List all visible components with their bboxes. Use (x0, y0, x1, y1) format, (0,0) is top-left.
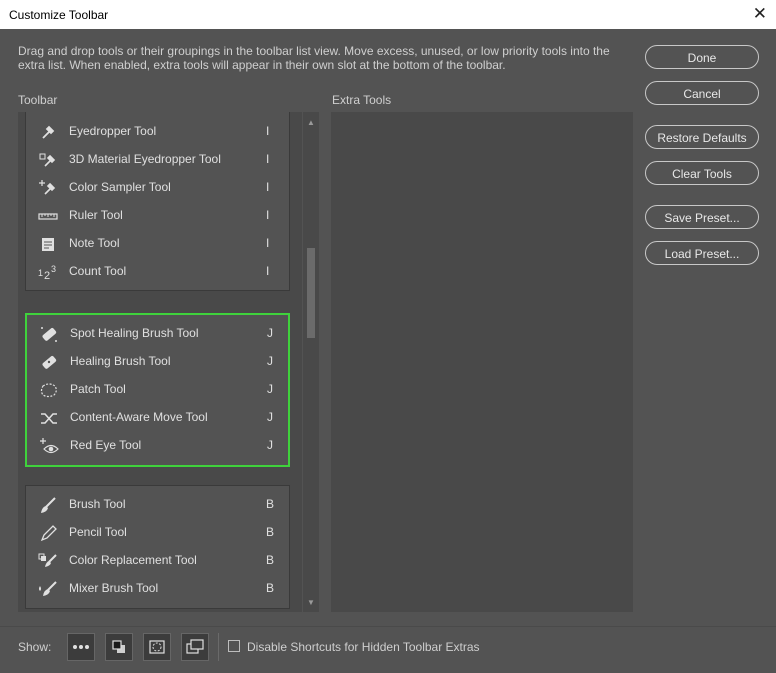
save-preset-button[interactable]: Save Preset... (645, 205, 759, 229)
tool-shortcut: I (266, 124, 270, 138)
quick-mask-icon (149, 640, 165, 654)
tool-name: Content-Aware Move Tool (70, 410, 208, 424)
footer-separator (218, 633, 219, 661)
tool-name: Spot Healing Brush Tool (70, 326, 199, 340)
tool-row[interactable]: Patch Tool J (27, 376, 288, 404)
tool-name: Eyedropper Tool (69, 124, 157, 138)
3d-eyedropper-icon (38, 151, 58, 169)
svg-text:3: 3 (51, 264, 56, 274)
clear-tools-button[interactable]: Clear Tools (645, 161, 759, 185)
brush-icon (38, 496, 58, 514)
tool-name: Ruler Tool (69, 208, 123, 222)
show-colors-button[interactable] (105, 633, 133, 661)
more-icon (73, 645, 89, 649)
show-screen-mode-button[interactable] (181, 633, 209, 661)
toolbar-label: Toolbar (18, 93, 58, 107)
tool-name: Note Tool (69, 236, 120, 250)
tool-group[interactable]: Eyedropper Tool I 3D Material Eyedropper T… (25, 112, 290, 291)
tool-shortcut: I (266, 264, 270, 278)
tool-shortcut: B (266, 553, 275, 567)
window-title: Customize Toolbar (9, 8, 109, 22)
title-bar: Customize Toolbar ✕ (0, 0, 776, 29)
tool-name: Red Eye Tool (70, 438, 142, 452)
toolbar-scrollbar[interactable]: ▲ ▼ (303, 112, 319, 612)
tool-shortcut: I (266, 236, 270, 250)
show-more-button[interactable] (67, 633, 95, 661)
toolbar-list[interactable]: Eyedropper Tool I 3D Material Eyedropper T… (18, 112, 302, 612)
tool-shortcut: J (267, 410, 273, 424)
tool-shortcut: J (267, 354, 273, 368)
instructions-text: Drag and drop tools or their groupings i… (18, 44, 610, 72)
tool-row[interactable]: Eyedropper Tool I (26, 118, 289, 146)
svg-text:1: 1 (38, 268, 43, 278)
patch-icon (39, 381, 59, 399)
tool-row[interactable]: 3D Material Eyedropper Tool I (26, 146, 289, 174)
pencil-icon (38, 524, 58, 542)
tool-row[interactable]: Spot Healing Brush Tool J (27, 320, 288, 348)
extra-tools-label: Extra Tools (332, 93, 392, 107)
tool-row[interactable]: Note Tool I (26, 230, 289, 258)
color-replacement-icon (38, 552, 58, 570)
tool-shortcut: I (266, 180, 270, 194)
disable-shortcuts-checkbox[interactable] (228, 640, 240, 652)
tool-shortcut: J (267, 326, 273, 340)
tool-row[interactable]: Color Sampler Tool I (26, 174, 289, 202)
tool-row[interactable]: Ruler Tool I (26, 202, 289, 230)
color-sampler-icon (38, 179, 58, 197)
show-label: Show: (18, 640, 52, 654)
tool-shortcut: I (266, 208, 270, 222)
extra-tools-list[interactable] (331, 112, 633, 612)
tool-name: Brush Tool (69, 497, 126, 511)
done-button[interactable]: Done (645, 45, 759, 69)
tool-name: Color Replacement Tool (69, 553, 197, 567)
disable-shortcuts-label: Disable Shortcuts for Hidden Toolbar Ext… (247, 640, 480, 654)
show-quick-mask-button[interactable] (143, 633, 171, 661)
foreground-background-icon (112, 640, 125, 653)
count-icon: 123 (38, 263, 58, 282)
tool-shortcut: B (266, 497, 275, 511)
tool-row[interactable]: Color Replacement Tool B (26, 547, 289, 575)
mixer-brush-icon (38, 580, 58, 598)
tool-shortcut: B (266, 525, 275, 539)
tool-shortcut: I (266, 152, 270, 166)
load-preset-button[interactable]: Load Preset... (645, 241, 759, 265)
ruler-icon (38, 207, 58, 225)
tool-shortcut: J (267, 438, 273, 452)
svg-text:2: 2 (44, 270, 50, 281)
tool-row[interactable]: 1 2 3 Count Tool I (26, 258, 289, 286)
footer-divider (0, 626, 776, 627)
tool-row[interactable]: Mixer Brush Tool B (26, 575, 289, 603)
tool-row[interactable]: Healing Brush Tool J (27, 348, 288, 376)
tool-group[interactable]: Brush Tool B Pencil Tool B Color Replacement… (25, 485, 290, 609)
tool-name: Color Sampler Tool (69, 180, 171, 194)
tool-shortcut: J (267, 382, 273, 396)
tool-name: Healing Brush Tool (70, 354, 171, 368)
tool-name: 3D Material Eyedropper Tool (69, 152, 221, 166)
tool-row[interactable]: Content-Aware Move Tool J (27, 404, 288, 432)
tool-row[interactable]: Red Eye Tool J (27, 432, 288, 460)
spot-healing-icon (39, 325, 59, 343)
eyedropper-icon (38, 123, 58, 141)
restore-defaults-button[interactable]: Restore Defaults (645, 125, 759, 149)
tool-name: Patch Tool (70, 382, 126, 396)
tool-row[interactable]: Brush Tool B (26, 491, 289, 519)
close-icon[interactable]: ✕ (753, 4, 767, 24)
healing-brush-icon (39, 353, 59, 371)
tool-row[interactable]: Pencil Tool B (26, 519, 289, 547)
content-aware-move-icon (39, 409, 59, 427)
tool-group-selected[interactable]: Spot Healing Brush Tool J Healing Brush To… (25, 313, 290, 467)
tool-name: Count Tool (69, 264, 127, 278)
scroll-up-icon[interactable]: ▲ (307, 118, 315, 127)
tool-name: Pencil Tool (69, 525, 127, 539)
scroll-thumb[interactable] (307, 248, 315, 338)
red-eye-icon (39, 437, 59, 455)
tool-name: Mixer Brush Tool (69, 581, 159, 595)
cancel-button[interactable]: Cancel (645, 81, 759, 105)
scroll-down-icon[interactable]: ▼ (307, 598, 315, 607)
tool-shortcut: B (266, 581, 275, 595)
note-icon (38, 235, 58, 253)
screen-mode-icon (186, 639, 204, 654)
